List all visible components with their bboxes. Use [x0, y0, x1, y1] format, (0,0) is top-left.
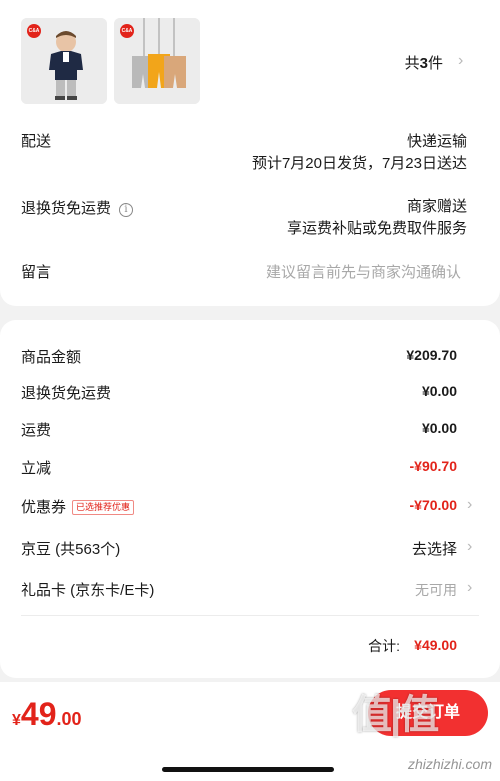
- row-label: 运费: [21, 422, 52, 439]
- chevron-right-icon[interactable]: ›: [467, 539, 472, 555]
- coupon-tag: 已选推荐优惠: [72, 500, 135, 515]
- goods-amount: ¥209.70: [406, 347, 457, 363]
- brand-logo-icon: C&A: [27, 24, 41, 38]
- price-decimal: .00: [56, 709, 82, 729]
- checkout-bar: ¥49.00 提交订单 值|值 zhizhizhi.com: [0, 682, 500, 781]
- chevron-right-icon[interactable]: ›: [467, 580, 472, 596]
- return-shipping-label: 退换货免运费 i: [21, 197, 134, 218]
- item-count[interactable]: 共3件: [405, 52, 443, 73]
- instant-discount: -¥90.70: [409, 458, 457, 474]
- payable-price: ¥49.00: [12, 696, 82, 733]
- row-label: 立减: [21, 460, 52, 477]
- row-label: 礼品卡 (京东卡/E卡): [21, 582, 155, 599]
- delivery-eta: 预计7月20日发货，7月23日送达: [251, 155, 467, 172]
- price-currency: ¥: [12, 712, 21, 729]
- gift-card-status[interactable]: 无可用: [415, 580, 457, 600]
- jingdou-select[interactable]: 去选择: [412, 538, 457, 559]
- coupon-row[interactable]: 优惠券 已选推荐优惠: [21, 496, 135, 517]
- product-thumbnail[interactable]: C&A: [21, 18, 107, 104]
- row-label: 退换货免运费: [21, 385, 112, 402]
- return-shipping-detail: 享运费补贴或免费取件服务: [286, 220, 467, 237]
- delivery-label: 配送: [21, 133, 52, 150]
- item-count-suffix: 件: [427, 55, 443, 72]
- home-indicator: [162, 767, 334, 772]
- item-count-number: 3: [419, 55, 428, 72]
- watermark-url: zhizhizhi.com: [407, 756, 492, 772]
- price-summary-card: 商品金额 ¥209.70 退换货免运费 ¥0.00 运费 ¥0.00 立减 -¥…: [0, 320, 500, 678]
- row-label: 优惠券: [21, 499, 67, 516]
- chevron-right-icon[interactable]: ›: [458, 53, 463, 69]
- brand-logo-icon: C&A: [120, 24, 134, 38]
- coupon-discount: -¥70.00: [409, 497, 457, 513]
- price-integer: 49: [20, 696, 57, 732]
- row-label: 商品金额: [21, 349, 82, 366]
- return-shipping-amount: ¥0.00: [421, 383, 457, 399]
- info-icon[interactable]: i: [119, 203, 134, 217]
- divider: [21, 615, 479, 616]
- message-input[interactable]: 建议留言前先与商家沟通确认: [266, 261, 461, 282]
- return-shipping-label-text: 退换货免运费: [21, 200, 112, 217]
- item-count-prefix: 共: [404, 55, 420, 72]
- shipping-fee: ¥0.00: [421, 420, 457, 436]
- message-label: 留言: [21, 264, 52, 281]
- product-thumbnail[interactable]: C&A: [114, 18, 200, 104]
- total-value: ¥49.00: [414, 637, 457, 653]
- chevron-right-icon[interactable]: ›: [467, 497, 472, 513]
- row-label: 京豆 (共563个): [21, 541, 121, 558]
- order-info-card: C&A C&A 共3件 › 配送 快递运输 预计7月20日发货，7月23日送达 …: [0, 0, 500, 306]
- return-shipping-value: 商家赠送: [406, 198, 467, 215]
- delivery-method[interactable]: 快递运输: [407, 130, 467, 151]
- watermark-logo: 值|值: [352, 693, 439, 737]
- total-label: 合计:: [368, 638, 400, 654]
